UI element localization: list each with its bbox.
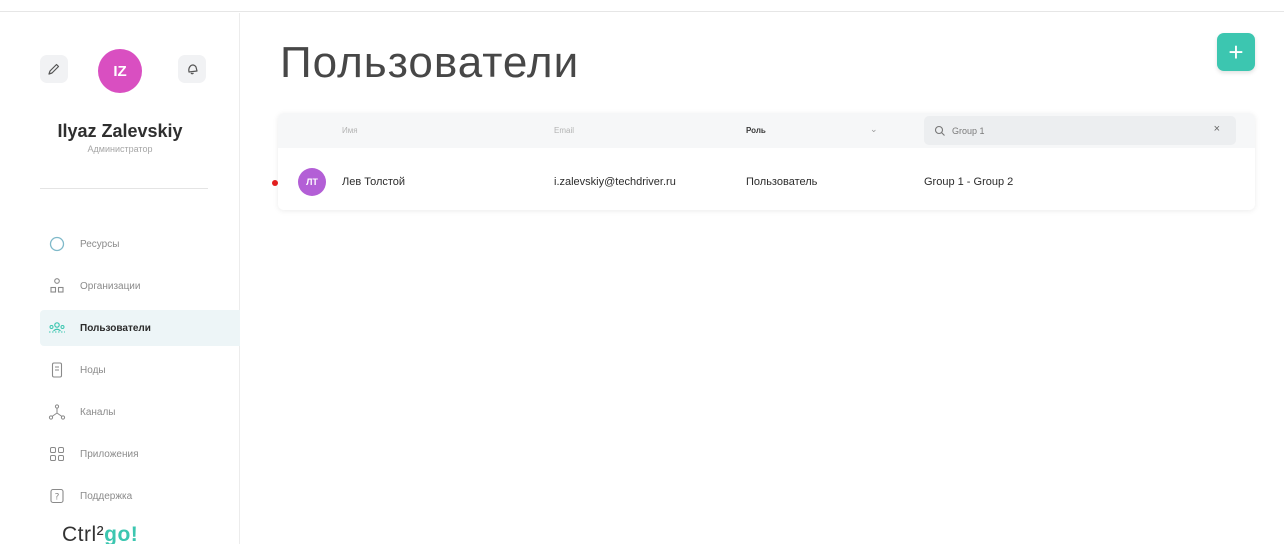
sidebar-item-nodes[interactable]: Ноды (40, 352, 240, 388)
sidebar-divider (40, 188, 208, 189)
sidebar-nav: Ресурсы Организации Пользователи Ноды Ка… (40, 226, 240, 520)
sidebar-item-organizations[interactable]: Организации (40, 268, 240, 304)
group-search: × (924, 116, 1236, 145)
circle-icon (48, 235, 66, 253)
user-name: Ilyaz Zalevskiy (57, 121, 183, 141)
sidebar-item-resources[interactable]: Ресурсы (40, 226, 240, 262)
sidebar-item-support[interactable]: ? Поддержка (40, 478, 240, 514)
avatar: ЛТ (298, 168, 326, 196)
sidebar-item-label: Каналы (80, 406, 116, 418)
channels-icon (48, 403, 66, 421)
server-icon (48, 361, 66, 379)
cell-email: i.zalevskiy@techdriver.ru (554, 176, 676, 188)
plus-icon: + (1228, 37, 1244, 67)
table-row[interactable]: ЛТ Лев Толстой i.zalevskiy@techdriver.ru… (272, 160, 1255, 200)
column-header-name[interactable]: Имя (342, 126, 358, 135)
sidebar-item-label: Пользователи (80, 322, 151, 334)
cell-name: Лев Толстой (342, 176, 406, 188)
sidebar-item-label: Ресурсы (80, 238, 120, 250)
sidebar-item-apps[interactable]: Приложения (40, 436, 240, 472)
page-title: Пользователи (280, 38, 580, 87)
sidebar-item-label: Поддержка (80, 490, 133, 502)
sidebar-item-label: Приложения (80, 448, 139, 460)
edit-profile-button[interactable] (40, 55, 68, 83)
users-icon (48, 319, 66, 337)
column-header-email[interactable]: Email (554, 126, 574, 135)
org-tree-icon (48, 277, 66, 295)
chevron-down-icon[interactable]: ⌄ (870, 124, 878, 135)
cell-groups: Group 1 - Group 2 (924, 176, 1014, 188)
sidebar-item-channels[interactable]: Каналы (40, 394, 240, 430)
sidebar-item-label: Организации (80, 280, 141, 292)
sidebar-item-users[interactable]: Пользователи (40, 310, 240, 346)
notifications-button[interactable] (178, 55, 206, 83)
cell-role: Пользователь (746, 176, 818, 188)
close-icon[interactable]: × (1214, 123, 1220, 135)
bell-icon (188, 64, 198, 75)
brand-logo: Ctrl²go! (62, 523, 139, 544)
window-top-bar (0, 0, 1284, 12)
user-role: Администратор (87, 144, 153, 154)
pencil-icon (48, 63, 60, 75)
profile-header: IZ (40, 49, 210, 93)
table-header: Имя Email Роль ⌄ × (278, 113, 1255, 148)
sidebar: IZ Ilyaz Zalevskiy Администратор Ресурсы… (0, 13, 240, 544)
search-input[interactable] (952, 125, 1202, 136)
search-icon (934, 125, 946, 137)
apps-grid-icon (48, 445, 66, 463)
status-dot (272, 180, 278, 186)
sidebar-item-label: Ноды (80, 364, 106, 376)
avatar[interactable]: IZ (98, 49, 142, 93)
help-icon: ? (48, 487, 66, 505)
add-user-button[interactable]: + (1217, 33, 1255, 71)
users-table: Имя Email Роль ⌄ × ЛТ Лев Толстой i.zale… (272, 113, 1255, 210)
column-header-role[interactable]: Роль (746, 126, 766, 135)
svg-text:?: ? (55, 493, 60, 503)
